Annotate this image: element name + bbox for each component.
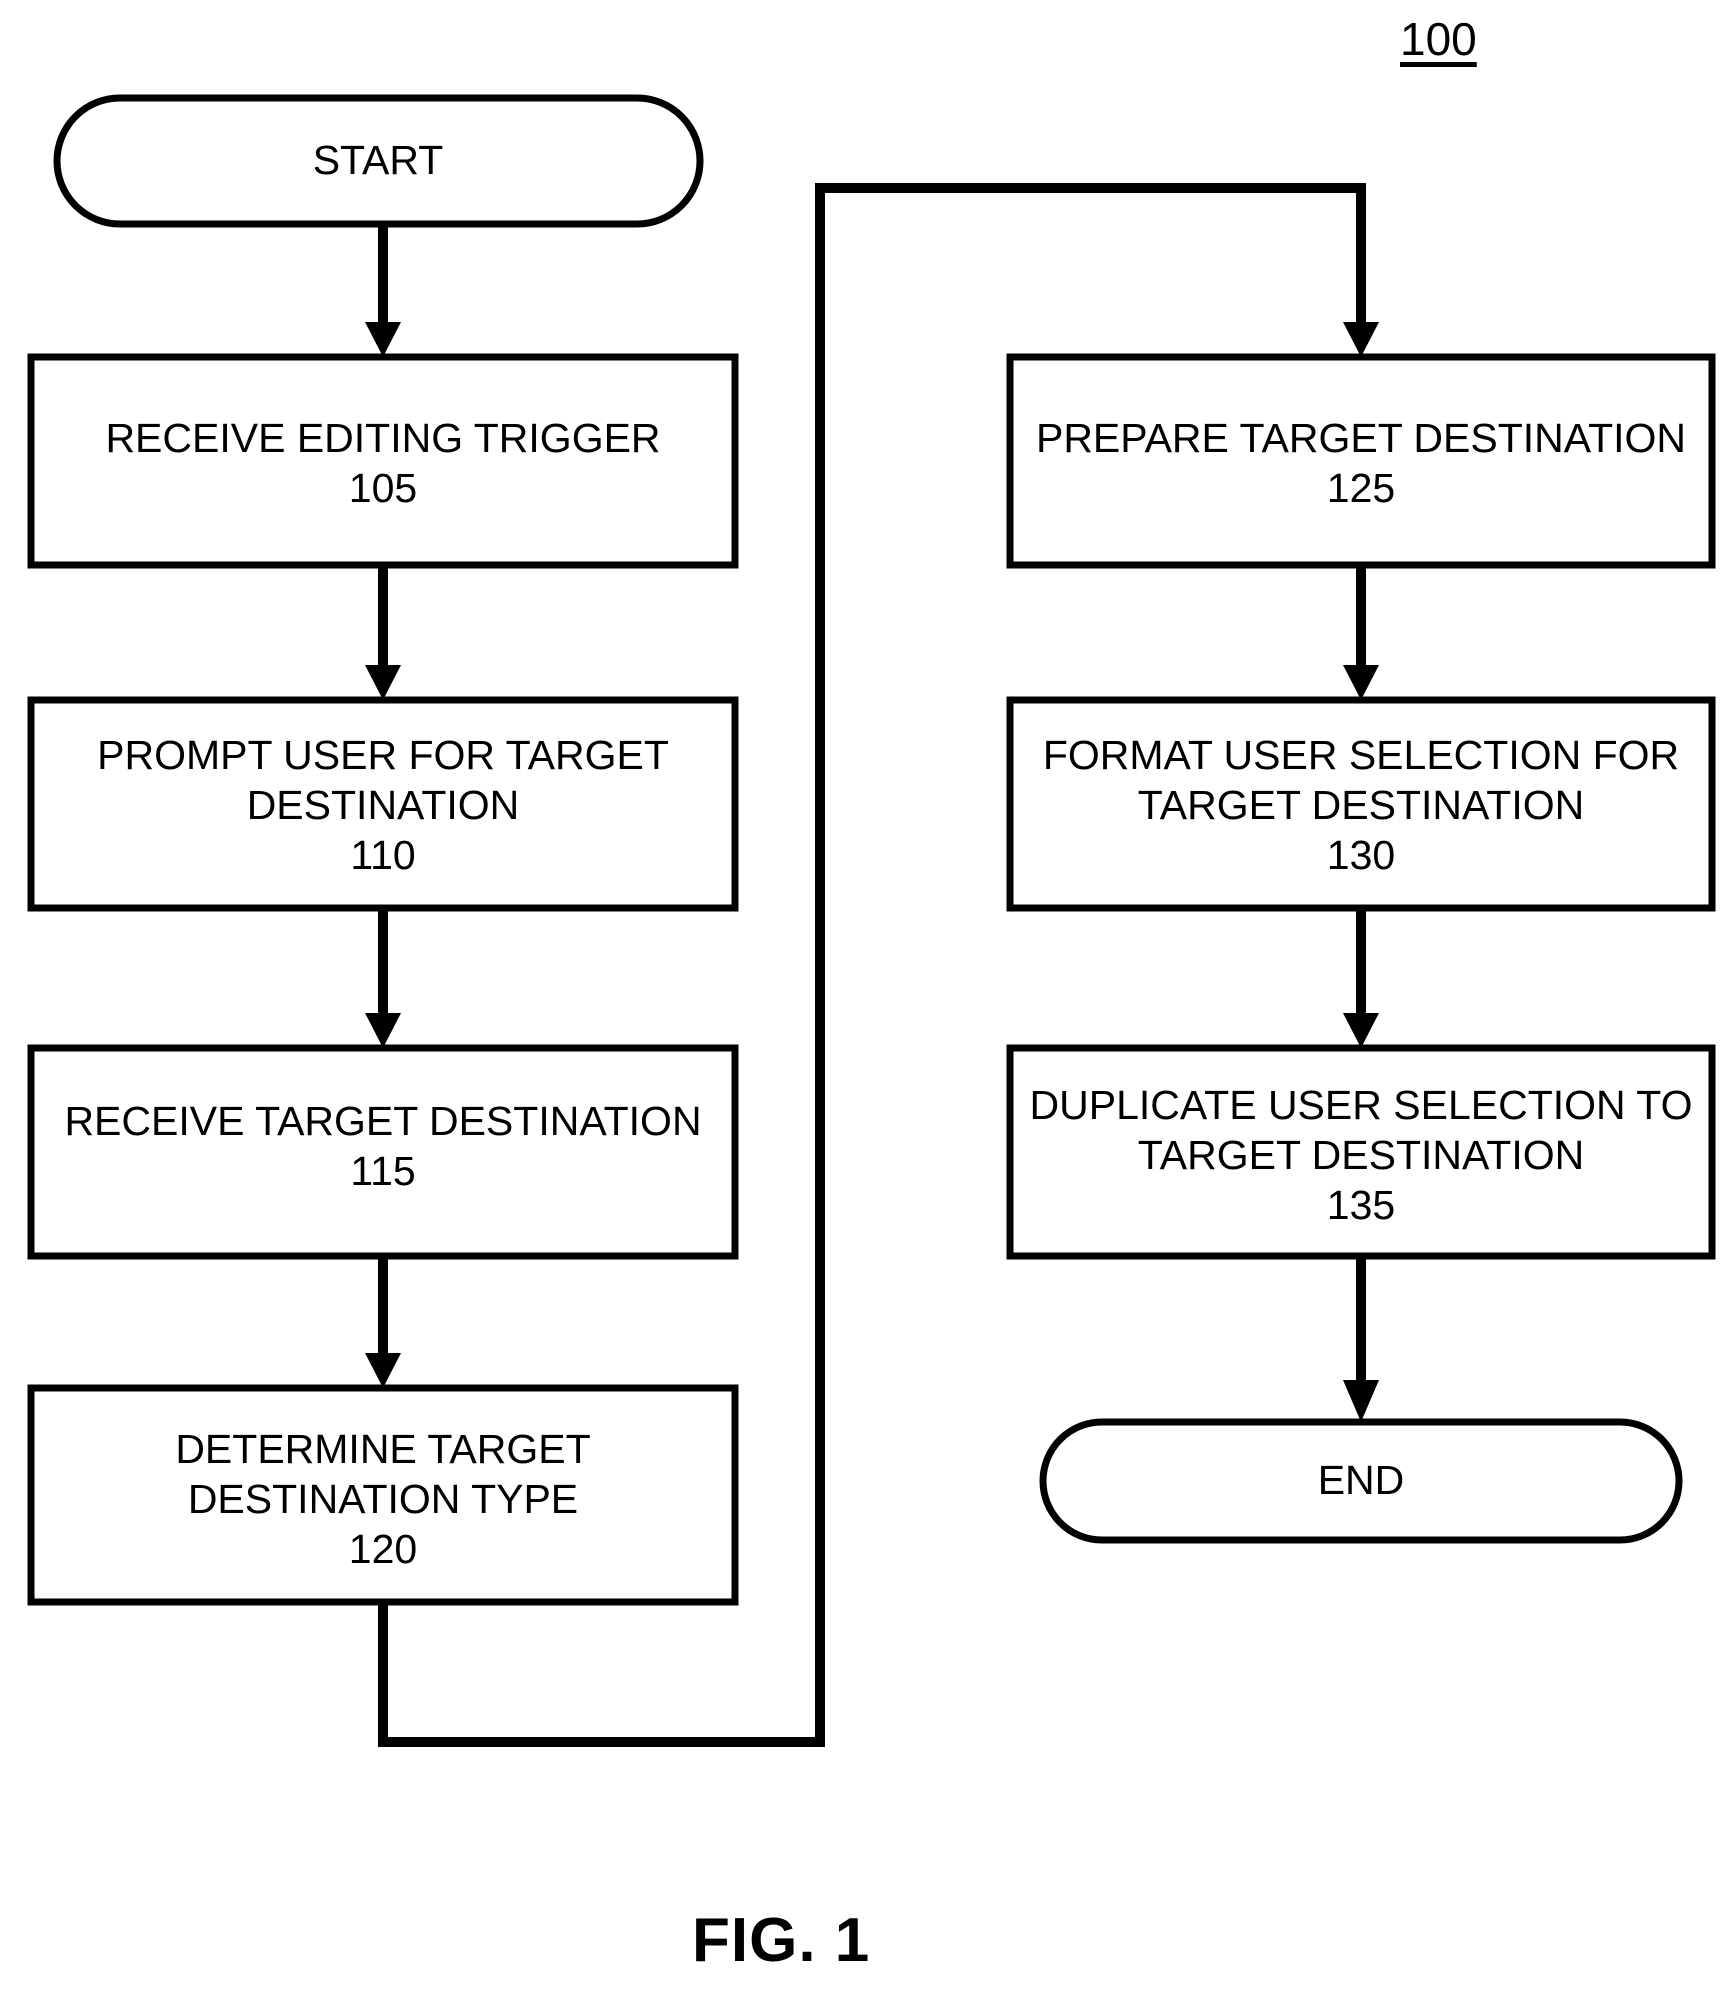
step-125-number: 125: [1327, 465, 1395, 511]
flowchart-canvas: START RECEIVE EDITING TRIGGER 105 PROMPT…: [27, 94, 1716, 1747]
step-120-line1: DETERMINE TARGET: [175, 1426, 590, 1472]
step-105-line1: RECEIVE EDITING TRIGGER: [105, 415, 660, 461]
node-step-125: PREPARE TARGET DESTINATION 125: [1006, 353, 1716, 569]
edge-120-to-125-arrowhead: [1343, 322, 1379, 357]
step-110-line2: DESTINATION: [247, 782, 520, 828]
step-130-number: 130: [1327, 832, 1395, 878]
step-105-box: [27, 353, 739, 569]
step-130-line1: FORMAT USER SELECTION FOR: [1043, 732, 1679, 778]
step-120-line2: DESTINATION TYPE: [188, 1476, 578, 1522]
step-120-number: 120: [349, 1526, 417, 1572]
step-130-line2: TARGET DESTINATION: [1138, 782, 1584, 828]
edge-125-to-130: [1343, 565, 1379, 700]
node-start: START: [53, 94, 704, 228]
edge-start-to-105: [365, 224, 401, 357]
node-step-105: RECEIVE EDITING TRIGGER 105: [27, 353, 739, 569]
edge-105-to-110: [365, 565, 401, 700]
edge-135-to-end: [1343, 1256, 1379, 1422]
edge-130-to-135-arrowhead: [1343, 1013, 1379, 1048]
edge-start-to-105-arrowhead: [365, 322, 401, 357]
edge-105-to-110-arrowhead: [365, 665, 401, 700]
step-135-number: 135: [1327, 1182, 1395, 1228]
patent-figure-page: START RECEIVE EDITING TRIGGER 105 PROMPT…: [0, 0, 1734, 2015]
edge-115-to-120-arrowhead: [365, 1353, 401, 1388]
step-135-line2: TARGET DESTINATION: [1138, 1132, 1584, 1178]
start-label: START: [313, 137, 444, 183]
node-step-110: PROMPT USER FOR TARGET DESTINATION 110: [27, 696, 739, 912]
node-end: END: [1039, 1418, 1683, 1544]
node-step-115: RECEIVE TARGET DESTINATION 115: [27, 1044, 739, 1260]
step-125-box: [1006, 353, 1716, 569]
figure-reference-numeral: 100: [1400, 13, 1477, 65]
step-115-line1: RECEIVE TARGET DESTINATION: [64, 1098, 701, 1144]
step-105-number: 105: [349, 465, 417, 511]
edge-110-to-115: [365, 908, 401, 1048]
node-step-130: FORMAT USER SELECTION FOR TARGET DESTINA…: [1006, 696, 1716, 912]
step-115-number: 115: [350, 1148, 415, 1194]
step-110-line1: PROMPT USER FOR TARGET: [97, 732, 669, 778]
step-110-number: 110: [350, 832, 415, 878]
edge-110-to-115-arrowhead: [365, 1013, 401, 1048]
node-step-135: DUPLICATE USER SELECTION TO TARGET DESTI…: [1006, 1044, 1716, 1260]
node-step-120: DETERMINE TARGET DESTINATION TYPE 120: [27, 1384, 739, 1606]
end-label: END: [1318, 1457, 1405, 1503]
edge-130-to-135: [1343, 908, 1379, 1048]
figure-caption: FIG. 1: [692, 1906, 871, 1975]
step-135-line1: DUPLICATE USER SELECTION TO: [1030, 1082, 1693, 1128]
edge-115-to-120: [365, 1256, 401, 1388]
edge-135-to-end-arrowhead: [1343, 1380, 1379, 1422]
step-125-line1: PREPARE TARGET DESTINATION: [1036, 415, 1686, 461]
edge-125-to-130-arrowhead: [1343, 665, 1379, 700]
